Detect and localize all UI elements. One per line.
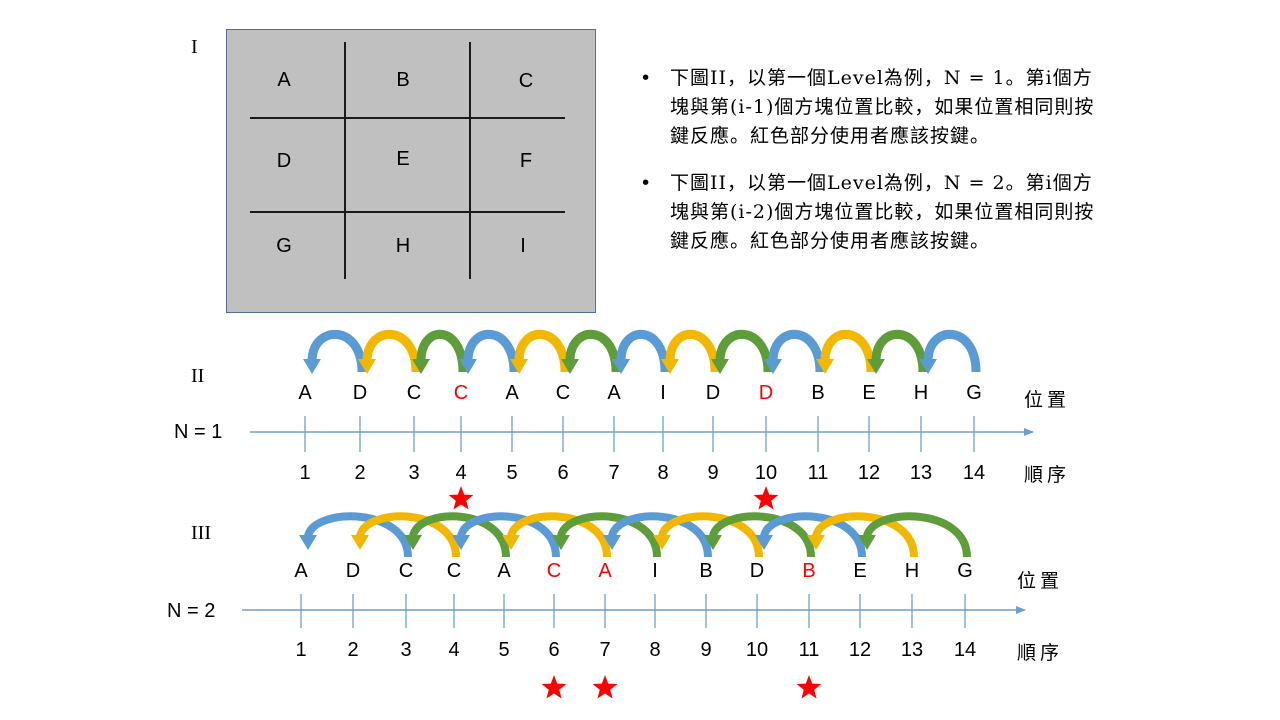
position-letter: G [966,382,982,404]
position-letter: D [759,382,773,404]
position-letter: B [802,560,815,582]
position-letter: I [660,382,666,404]
arc-arrowhead [303,359,321,374]
position-letter: H [905,560,919,582]
position-letter: C [454,382,468,404]
order-number: 13 [910,462,932,484]
comparison-arc [463,330,519,373]
position-letter: C [407,382,421,404]
position-letter: E [862,382,875,404]
position-letter: D [750,560,764,582]
comparison-arc [768,330,825,373]
order-number: 7 [608,462,619,484]
position-letter: A [497,560,511,582]
order-number: 2 [347,639,358,661]
comparison-arc [871,330,928,373]
position-letter: B [811,382,824,404]
position-letter: D [706,382,720,404]
order-number: 4 [455,462,466,484]
position-letter: A [298,382,312,404]
position-letter: B [699,560,712,582]
target-star-icon [796,675,822,699]
comparison-arc [616,330,670,373]
order-number: 1 [299,462,310,484]
order-number: 14 [954,639,976,661]
position-letter: I [652,560,658,582]
position-letter: D [346,560,360,582]
target-star-icon [541,675,567,699]
position-letter: C [556,382,570,404]
comparison-arc [665,330,720,373]
order-number: 12 [858,462,880,484]
position-letter: A [607,382,621,404]
position-letter: H [914,382,928,404]
position-letter: C [547,560,561,582]
sequence-diagram: A D C C A C A I D D B E H G1 2 3 4 5 6 7 8 9 10 11 12 13 14 ADCCAC… [242,330,1034,699]
target-star-icon [592,675,618,699]
comparison-arc [820,330,876,373]
order-number: 9 [700,639,711,661]
order-number: 9 [707,462,718,484]
order-number: 8 [657,462,668,484]
order-number: 2 [354,462,365,484]
order-number: 11 [808,462,829,484]
order-number: 3 [408,462,419,484]
order-number: 8 [649,639,660,661]
order-number: 11 [799,639,820,661]
target-star-icon [448,486,474,510]
comparison-arc [362,330,421,373]
order-number: 3 [400,639,411,661]
order-number: 10 [746,639,768,661]
arc-arrowhead [351,535,369,550]
order-number: 1 [295,639,306,661]
position-letter: G [957,560,973,582]
comparison-arc [923,330,981,373]
comparison-arc [565,330,621,373]
position-letter: E [853,560,866,582]
order-number: 5 [498,639,509,661]
position-letter: A [294,560,308,582]
order-number: 6 [548,639,559,661]
comparison-arc [514,330,570,373]
arc-arrowhead [299,535,317,550]
order-number: 12 [849,639,871,661]
order-number: 7 [599,639,610,661]
comparison-arc [416,330,468,373]
position-letter: A [598,560,612,582]
order-number: 14 [963,462,985,484]
comparison-arc [307,330,367,373]
order-number: 6 [557,462,568,484]
comparison-arc [715,330,773,373]
order-number: 10 [755,462,777,484]
position-letter: D [353,382,367,404]
position-letter: C [399,560,413,582]
target-star-icon [753,486,779,510]
order-number: 13 [901,639,923,661]
order-number: 4 [448,639,459,661]
position-letter: C [447,560,461,582]
position-letter: A [505,382,519,404]
order-number: 5 [506,462,517,484]
